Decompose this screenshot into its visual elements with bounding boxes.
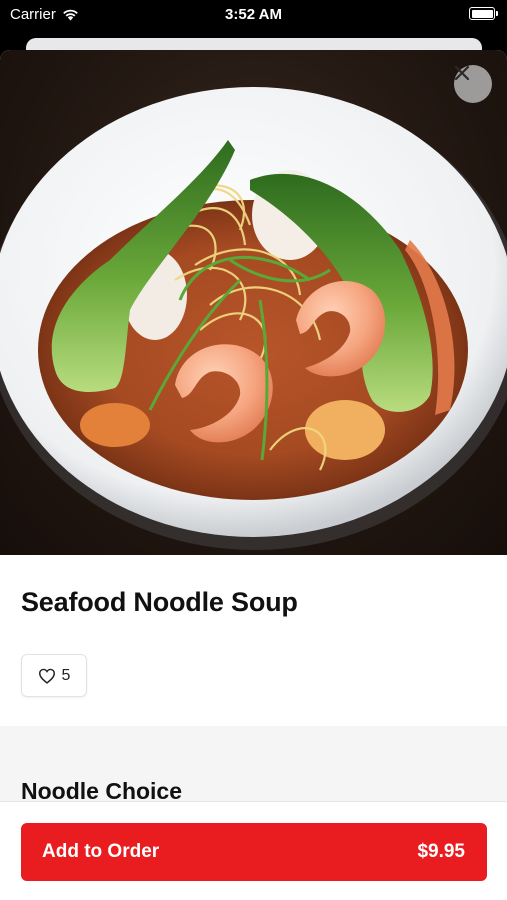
add-to-order-button[interactable]: Add to Order $9.95 [21, 823, 487, 881]
close-icon [454, 65, 470, 81]
add-to-order-label: Add to Order [42, 841, 160, 862]
like-count: 5 [61, 666, 71, 684]
like-button[interactable]: 5 [21, 654, 87, 697]
item-title: Seafood Noodle Soup [21, 587, 298, 617]
status-bar: Carrier 3:52 AM [0, 0, 507, 30]
battery-icon [469, 7, 498, 20]
item-photo [0, 50, 507, 555]
order-price: $9.95 [417, 841, 465, 862]
order-bar: Add to Order $9.95 [0, 801, 507, 900]
close-button[interactable] [454, 65, 492, 103]
heart-outline-icon [38, 668, 55, 684]
status-time: 3:52 AM [225, 6, 282, 23]
item-detail-sheet: Seafood Noodle Soup 5 Noodle Choice Add … [0, 50, 507, 900]
